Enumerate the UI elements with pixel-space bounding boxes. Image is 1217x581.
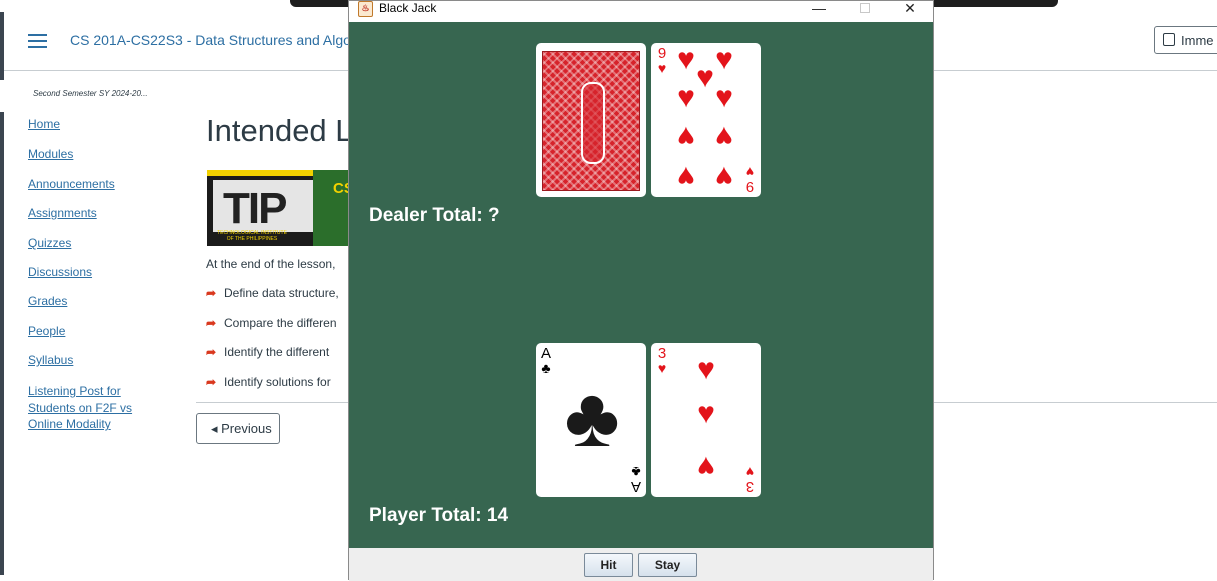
nav-assignments[interactable]: Assignments xyxy=(28,206,97,220)
nav-announcements[interactable]: Announcements xyxy=(28,177,115,191)
course-breadcrumb-title[interactable]: CS 201A-CS22S3 - Data Structures and Alg… xyxy=(70,32,363,48)
blackjack-window: ♨ Black Jack — ✕ 9 ♥ 9 ♥ ♥ ♥ ♥ ♥ ♥ ♥ ♥ ♥ ♥… xyxy=(348,0,934,581)
hamburger-menu-icon[interactable] xyxy=(28,34,48,48)
club-pip: ♣ xyxy=(564,370,620,464)
player-card-three-hearts: 3 ♥ 3 ♥ ♥ ♥ ♥ xyxy=(651,343,761,497)
window-left-edge-gap xyxy=(0,80,4,112)
heart-pip: ♥ xyxy=(677,160,695,193)
hit-button[interactable]: Hit xyxy=(584,553,633,577)
lesson-intro-text: At the end of the lesson, xyxy=(206,257,336,271)
immersive-reader-icon xyxy=(1163,33,1175,46)
window-titlebar[interactable]: ♨ Black Jack — ✕ xyxy=(349,1,933,22)
tip-logo-letters: TIP xyxy=(223,184,287,233)
dealer-total: Dealer Total: ? xyxy=(369,205,500,226)
nav-home[interactable]: Home xyxy=(28,117,60,131)
objective-item: ➦ Identify the different xyxy=(206,345,330,359)
heart-pip: ♥ xyxy=(697,450,715,483)
heart-pip: ♥ xyxy=(697,397,715,430)
objective-item: ➦ Compare the differen xyxy=(206,316,337,330)
nav-syllabus[interactable]: Syllabus xyxy=(28,353,73,367)
immersive-reader-button[interactable]: Imme xyxy=(1154,26,1217,54)
stay-button[interactable]: Stay xyxy=(638,553,697,577)
maximize-icon xyxy=(860,3,870,13)
immersive-reader-label: Imme xyxy=(1181,33,1214,48)
nav-modules[interactable]: Modules xyxy=(28,147,73,161)
nav-people[interactable]: People xyxy=(28,324,65,338)
card-table: 9 ♥ 9 ♥ ♥ ♥ ♥ ♥ ♥ ♥ ♥ ♥ ♥ Dealer Total: ? … xyxy=(349,22,933,548)
heart-pip: ♥ xyxy=(715,120,733,153)
minimize-icon[interactable]: — xyxy=(804,1,834,15)
objective-item: ➦ Identify solutions for xyxy=(206,375,331,389)
arrow-bullet-icon: ➦ xyxy=(206,316,217,330)
objective-item: ➦ Define data structure, xyxy=(206,286,339,300)
heart-pip: ♥ xyxy=(697,353,715,386)
tip-logo-subtitle: TECHNOLOGICAL INSTITUTE OF THE PHILIPPIN… xyxy=(217,230,287,242)
page-title: Intended L xyxy=(206,113,353,148)
arrow-bullet-icon: ➦ xyxy=(206,286,217,300)
dealer-card-nine-hearts: 9 ♥ 9 ♥ ♥ ♥ ♥ ♥ ♥ ♥ ♥ ♥ ♥ xyxy=(651,43,761,197)
nav-discussions[interactable]: Discussions xyxy=(28,265,92,279)
java-app-icon: ♨ xyxy=(358,1,373,17)
heart-pip: ♥ xyxy=(677,120,695,153)
tip-logo-badge: CS xyxy=(333,180,349,197)
nav-quizzes[interactable]: Quizzes xyxy=(28,236,71,250)
dealer-card-facedown xyxy=(536,43,646,197)
window-title: Black Jack xyxy=(379,1,437,15)
player-total: Player Total: 14 xyxy=(369,505,509,526)
heart-pip: ♥ xyxy=(715,160,733,193)
action-button-bar: Hit Stay xyxy=(349,548,933,581)
tip-logo-banner: TIP TECHNOLOGICAL INSTITUTE OF THE PHILI… xyxy=(207,170,349,246)
term-label: Second Semester SY 2024-20... xyxy=(33,89,148,98)
arrow-bullet-icon: ➦ xyxy=(206,375,217,389)
heart-pip: ♥ xyxy=(715,81,733,114)
player-card-ace-clubs: A ♣ A ♣ ♣ xyxy=(536,343,646,497)
previous-button[interactable]: ◂ Previous xyxy=(196,413,280,444)
nav-grades[interactable]: Grades xyxy=(28,294,67,308)
arrow-bullet-icon: ➦ xyxy=(206,345,217,359)
heart-pip: ♥ xyxy=(677,81,695,114)
nav-listening-post[interactable]: Listening Post for Students on F2F vs On… xyxy=(28,383,146,433)
close-icon[interactable]: ✕ xyxy=(895,1,925,15)
card-back-pattern xyxy=(542,51,640,191)
